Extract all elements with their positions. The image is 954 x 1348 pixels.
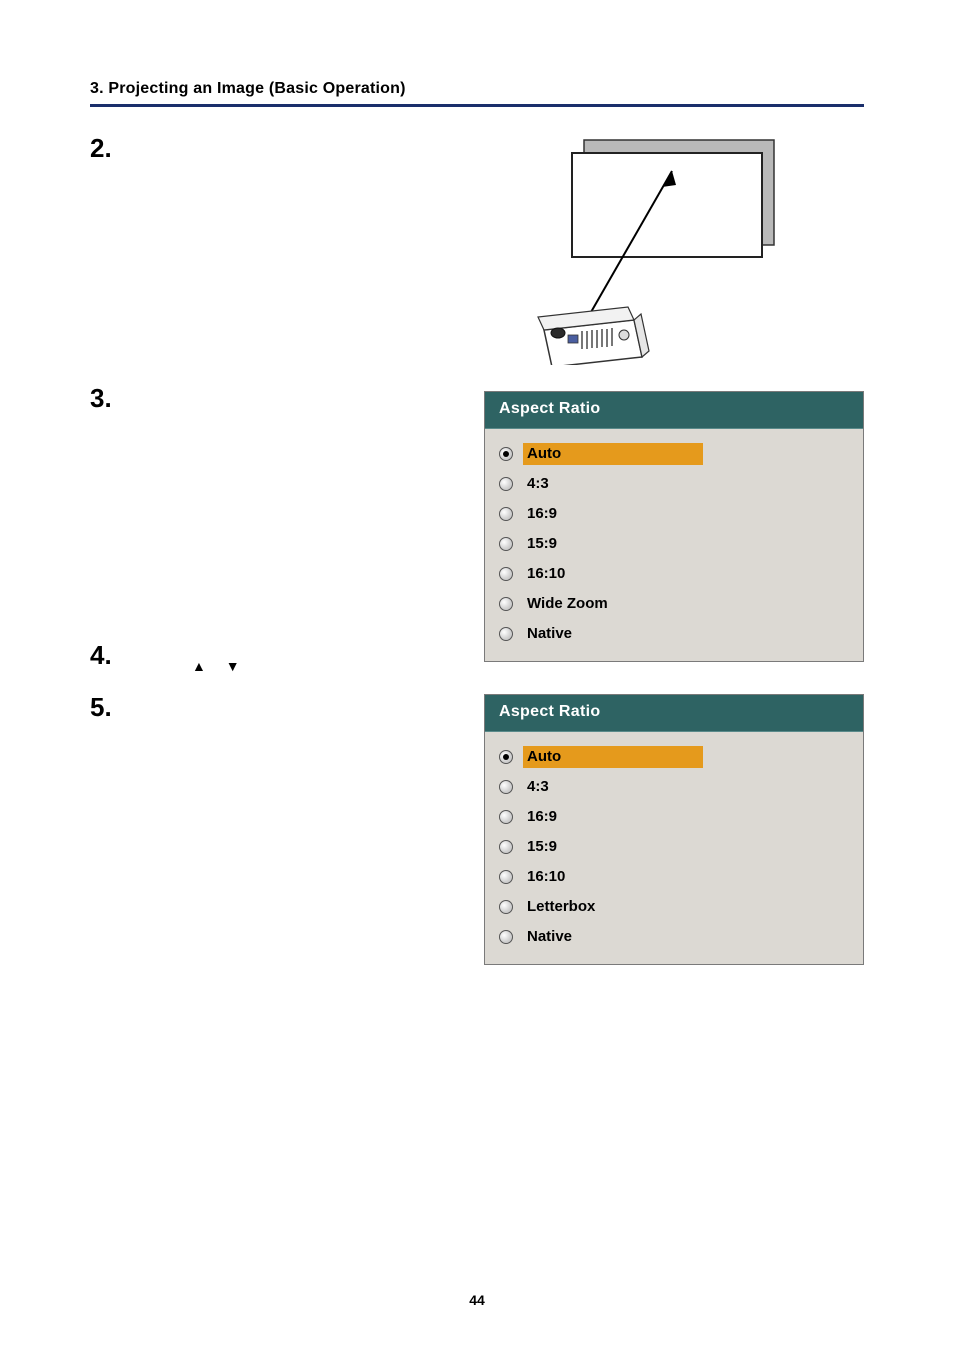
menu-2-item-15-9[interactable]: 15:9	[499, 832, 849, 862]
radio-selected-icon	[499, 447, 513, 461]
radio-icon	[499, 477, 513, 491]
menu-1-item-auto[interactable]: Auto	[499, 439, 849, 469]
aspect-ratio-menu-1: Aspect Ratio Auto 4:3 16:9 15:9	[484, 391, 864, 662]
menu-2-item-auto[interactable]: Auto	[499, 742, 849, 772]
menu-2-title: Aspect Ratio	[485, 695, 863, 732]
section-header: 3. Projecting an Image (Basic Operation)	[90, 80, 864, 98]
header-divider	[90, 104, 864, 107]
radio-icon	[499, 900, 513, 914]
page: 3. Projecting an Image (Basic Operation)…	[0, 0, 954, 1348]
menu-2-item-16-10[interactable]: 16:10	[499, 862, 849, 892]
menu-item-label: 16:9	[523, 503, 703, 525]
menu-1-item-15-9[interactable]: 15:9	[499, 529, 849, 559]
up-down-arrows-icon: ▲ ▼	[132, 644, 864, 674]
menu-item-label: Auto	[523, 746, 703, 768]
menu-1-item-wide-zoom[interactable]: Wide Zoom	[499, 589, 849, 619]
menu-2-item-letterbox[interactable]: Letterbox	[499, 892, 849, 922]
step-5-body	[132, 694, 484, 696]
menu-1-body: Auto 4:3 16:9 15:9 16:10	[485, 429, 863, 661]
step-3-number: 3.	[90, 385, 132, 411]
menu-item-label: 4:3	[523, 473, 703, 495]
radio-icon	[499, 507, 513, 521]
menu-1-title: Aspect Ratio	[485, 392, 863, 429]
radio-icon	[499, 930, 513, 944]
menu-item-label: Wide Zoom	[523, 593, 703, 615]
menu-item-label: 16:10	[523, 866, 703, 888]
step-4-row: 4. ▲ ▼	[90, 642, 864, 674]
step-2-row: 2.	[90, 135, 864, 365]
menu-1-item-16-9[interactable]: 16:9	[499, 499, 849, 529]
radio-icon	[499, 780, 513, 794]
radio-icon	[499, 597, 513, 611]
step-3-body	[132, 385, 484, 387]
radio-icon	[499, 840, 513, 854]
step-4-number: 4.	[90, 642, 132, 668]
page-number: 44	[0, 1292, 954, 1308]
radio-selected-icon	[499, 750, 513, 764]
projector-icon	[524, 135, 784, 365]
menu-item-label: 16:10	[523, 563, 703, 585]
menu-item-label: 15:9	[523, 533, 703, 555]
menu-item-label: Letterbox	[523, 896, 703, 918]
menu-2-body: Auto 4:3 16:9 15:9 16:10	[485, 732, 863, 964]
radio-icon	[499, 537, 513, 551]
aspect-ratio-menu-2: Aspect Ratio Auto 4:3 16:9 15:9	[484, 694, 864, 965]
step-2-number: 2.	[90, 135, 132, 161]
menu-2-item-native[interactable]: Native	[499, 922, 849, 952]
step-2-body	[132, 135, 444, 137]
menu-2-item-4-3[interactable]: 4:3	[499, 772, 849, 802]
menu-2-item-16-9[interactable]: 16:9	[499, 802, 849, 832]
step-5-number: 5.	[90, 694, 132, 720]
menu-1-item-4-3[interactable]: 4:3	[499, 469, 849, 499]
menu-item-label: Native	[523, 926, 703, 948]
radio-icon	[499, 567, 513, 581]
step-3-row: 3. Aspect Ratio Auto 4:3 16:9	[90, 385, 864, 662]
step-5-row: 5. Aspect Ratio Auto 4:3 16:9	[90, 694, 864, 965]
menu-item-label: 4:3	[523, 776, 703, 798]
projector-illustration	[444, 135, 864, 365]
menu-item-label: Auto	[523, 443, 703, 465]
radio-icon	[499, 870, 513, 884]
radio-icon	[499, 810, 513, 824]
menu-item-label: 16:9	[523, 806, 703, 828]
step-4-body: ▲ ▼	[132, 642, 864, 674]
menu-1-item-16-10[interactable]: 16:10	[499, 559, 849, 589]
menu-item-label: 15:9	[523, 836, 703, 858]
radio-icon	[499, 627, 513, 641]
